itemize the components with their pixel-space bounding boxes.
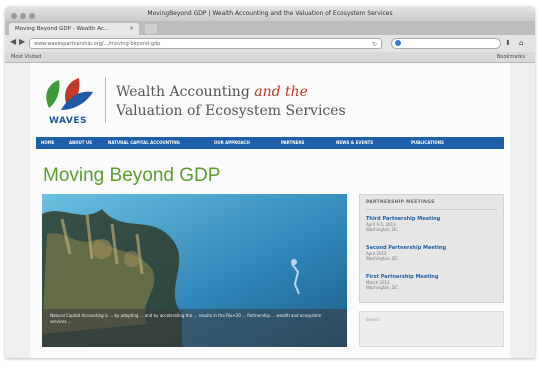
browser-window: MovingBeyond GDP | Wealth Accounting and… (5, 6, 535, 358)
meeting-item[interactable]: Third Partnership Meeting April 4-5, 201… (366, 216, 496, 232)
nav-item-our-approach[interactable]: OUR APPROACH (214, 137, 250, 149)
meeting-place: Washington, DC (366, 227, 398, 232)
headline-emphasis: and the (254, 84, 308, 100)
nav-item-partners[interactable]: PARTNERS (281, 137, 304, 149)
zoom-window-button[interactable] (29, 13, 35, 19)
secondary-sidebar-box: Search (359, 311, 504, 347)
header-divider (105, 77, 106, 123)
close-tab-icon[interactable]: × (129, 23, 134, 35)
home-icon[interactable]: ⌂ (519, 39, 523, 48)
logo-text: WAVES (49, 116, 87, 126)
headline-part2: Valuation of Ecosystem Services (116, 103, 346, 119)
nav-item-natural-capital-accounting[interactable]: NATURAL CAPITAL ACCOUNTING (108, 137, 180, 149)
new-tab-button[interactable] (145, 24, 157, 34)
nav-item-home[interactable]: HOME (41, 137, 54, 149)
forward-arrow-icon[interactable]: ▶ (19, 37, 25, 46)
reload-icon[interactable]: ↻ (372, 39, 377, 50)
hero-caption: Natural Capital Accounting is ... by ado… (42, 309, 347, 347)
page-title: Moving Beyond GDP (43, 165, 221, 186)
close-window-button[interactable] (11, 13, 17, 19)
download-icon[interactable]: ⬇ (505, 39, 511, 48)
web-page: WAVES Wealth Accounting and the Valuatio… (30, 63, 510, 358)
navigation-toolbar: ◀ ▶ www.wavespartnership.org/.../moving-… (5, 35, 535, 52)
bookmarks-bar: Most Visited Bookmarks (5, 52, 535, 63)
sidebar2-label: Search (366, 317, 380, 322)
hero-image[interactable]: Natural Capital Accounting is ... by ado… (42, 194, 347, 347)
back-arrow-icon[interactable]: ◀ (10, 37, 16, 46)
nav-item-news-events[interactable]: NEWS & EVENTS (336, 137, 373, 149)
tab-bar: Moving Beyond GDP - Wealth Ac... × (5, 21, 535, 35)
search-input[interactable] (391, 38, 501, 49)
partnership-meetings-panel: PARTNERSHIP MEETINGS Third Partnership M… (359, 194, 504, 303)
address-bar[interactable]: www.wavespartnership.org/.../moving-beyo… (29, 38, 382, 49)
sidebar-divider (366, 209, 497, 210)
web-viewport: WAVES Wealth Accounting and the Valuatio… (5, 63, 535, 358)
meeting-item[interactable]: Second Partnership Meeting April 2012 Wa… (366, 245, 496, 261)
address-url: www.wavespartnership.org/.../moving-beyo… (34, 41, 161, 47)
meeting-place: Washington, DC (366, 256, 398, 261)
nav-item-publications[interactable]: PUBLICATIONS (411, 137, 444, 149)
meeting-place: Washington, DC (366, 285, 398, 290)
sidebar-title: PARTNERSHIP MEETINGS (366, 200, 435, 205)
nav-item-about-us[interactable]: ABOUT US (69, 137, 92, 149)
headline-part1: Wealth Accounting (116, 84, 250, 100)
site-headline: Wealth Accounting and the Valuation of E… (116, 83, 346, 121)
meeting-item[interactable]: First Partnership Meeting March 2011 Was… (366, 274, 496, 290)
main-navigation: HOME ABOUT US NATURAL CAPITAL ACCOUNTING… (36, 137, 504, 149)
bookmarks-menu[interactable]: Bookmarks (497, 52, 525, 62)
window-title: MovingBeyond GDP | Wealth Accounting and… (147, 10, 393, 17)
waves-leaf-icon (46, 78, 93, 110)
browser-tab-active[interactable]: Moving Beyond GDP - Wealth Ac... × (9, 23, 139, 35)
waves-logo[interactable]: WAVES (39, 74, 97, 126)
tab-label: Moving Beyond GDP - Wealth Ac... (15, 26, 110, 32)
minimize-window-button[interactable] (20, 13, 26, 19)
search-engine-icon[interactable] (395, 40, 401, 46)
most-visited-bookmark[interactable]: Most Visited (11, 52, 41, 62)
title-bar: MovingBeyond GDP | Wealth Accounting and… (5, 6, 535, 21)
